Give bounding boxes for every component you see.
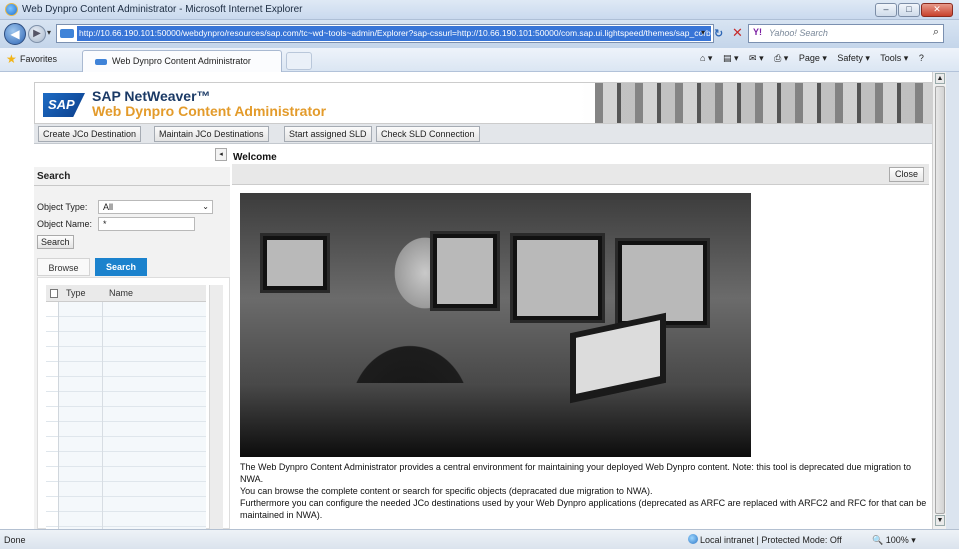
refresh-icon[interactable]: ↻: [714, 27, 723, 40]
results-table: Type Name: [37, 277, 230, 529]
page-icon: [60, 29, 74, 38]
welcome-header-bar: Close: [232, 164, 929, 185]
home-icon[interactable]: ⌂ ▾: [700, 53, 712, 63]
welcome-photo: [240, 193, 751, 457]
mail-icon[interactable]: ✉ ▾: [749, 53, 764, 63]
tab-page-icon: [95, 59, 107, 65]
search-button[interactable]: Search: [37, 235, 74, 249]
window-title: Web Dynpro Content Administrator - Micro…: [22, 4, 303, 15]
close-window-button[interactable]: ✕: [921, 3, 953, 17]
object-type-select[interactable]: All ⌄: [98, 200, 213, 214]
monitor-shape: [430, 231, 500, 311]
tab-search[interactable]: Search: [95, 258, 147, 276]
welcome-title: Welcome: [233, 152, 277, 163]
object-name-label: Object Name:: [37, 219, 93, 229]
check-sld-connection-button[interactable]: Check SLD Connection: [376, 126, 480, 142]
status-bar: Done Local intranet | Protected Mode: Of…: [0, 529, 959, 549]
window-frame: [946, 72, 959, 529]
search-placeholder: Yahoo! Search: [769, 28, 828, 38]
yahoo-icon: Y!: [753, 27, 762, 37]
minimize-button[interactable]: –: [875, 3, 897, 17]
address-bar: ◀ ▶ ▾ http://10.66.190.101:50000/webdynp…: [0, 20, 959, 48]
history-dropdown-icon[interactable]: ▾: [47, 28, 51, 37]
object-type-label: Object Type:: [37, 202, 88, 212]
welcome-paragraph: You can browse the complete content or s…: [240, 486, 653, 496]
zoom-level[interactable]: 🔍 100% ▾: [872, 535, 916, 546]
stop-icon[interactable]: ✕: [732, 25, 743, 41]
desk-shape: [240, 383, 751, 457]
product-name: SAP NetWeaver™: [92, 88, 211, 104]
welcome-paragraph: The Web Dynpro Content Administrator pro…: [240, 462, 912, 484]
row-selector-column[interactable]: [46, 302, 59, 529]
status-text: Done: [4, 535, 26, 545]
tools-menu[interactable]: Tools ▾: [880, 53, 908, 63]
search-title: Search: [37, 171, 71, 182]
tab-title: Web Dynpro Content Administrator: [112, 56, 251, 66]
welcome-description: The Web Dynpro Content Administrator pro…: [240, 461, 930, 521]
app-banner: SAP SAP NetWeaver™ Web Dynpro Content Ad…: [34, 82, 932, 124]
browser-tab[interactable]: Web Dynpro Content Administrator: [82, 50, 282, 72]
page-menu[interactable]: Page ▾: [799, 53, 827, 63]
table-header: Type Name: [46, 285, 206, 302]
forward-button[interactable]: ▶: [28, 25, 46, 43]
favorites-star-icon[interactable]: ★: [6, 52, 17, 66]
url-input[interactable]: http://10.66.190.101:50000/webdynpro/res…: [56, 24, 714, 43]
object-name-input[interactable]: *: [98, 217, 195, 231]
maximize-button[interactable]: □: [898, 3, 920, 17]
scroll-up-icon[interactable]: ▲: [935, 73, 945, 84]
safety-menu[interactable]: Safety ▾: [837, 53, 870, 63]
print-icon[interactable]: ⎙ ▾: [774, 53, 788, 63]
chevron-down-icon[interactable]: ⌄: [202, 201, 209, 213]
favorites-bar: ★ Favorites Web Dynpro Content Administr…: [0, 48, 959, 72]
page-scrollbar[interactable]: ▲ ▼: [932, 72, 946, 529]
command-bar: ⌂ ▾ ▤ ▾ ✉ ▾ ⎙ ▾ Page ▾ Safety ▾ Tools ▾ …: [700, 53, 932, 64]
collapse-panel-button[interactable]: ◂: [215, 148, 227, 161]
sap-logo: SAP: [43, 93, 85, 117]
table-scrollbar[interactable]: [209, 285, 223, 529]
ie-logo-icon: [5, 3, 18, 16]
object-type-value: All: [103, 202, 114, 212]
scroll-down-icon[interactable]: ▼: [935, 515, 945, 526]
brand-text: SAP: [48, 97, 75, 112]
divider: [34, 185, 230, 186]
web-search-input[interactable]: Y! Yahoo! Search ⌕: [748, 24, 944, 43]
close-button[interactable]: Close: [888, 167, 924, 182]
select-all-icon[interactable]: [50, 289, 58, 298]
favorites-label[interactable]: Favorites: [20, 54, 57, 64]
help-icon[interactable]: ?: [919, 53, 924, 63]
feeds-icon[interactable]: ▤ ▾: [723, 53, 739, 63]
search-icon[interactable]: ⌕: [933, 26, 939, 39]
new-tab-button[interactable]: [286, 52, 312, 70]
tab-browse[interactable]: Browse: [37, 258, 90, 276]
start-assigned-sld-button[interactable]: Start assigned SLD: [284, 126, 372, 142]
monitor-shape: [260, 233, 330, 293]
create-jco-destination-button[interactable]: Create JCo Destination: [38, 126, 142, 142]
url-text[interactable]: http://10.66.190.101:50000/webdynpro/res…: [77, 26, 711, 41]
app-toolbar: Create JCo Destination Maintain JCo Dest…: [34, 124, 932, 144]
url-dropdown-icon[interactable]: ▾: [701, 28, 705, 37]
security-zone[interactable]: Local intranet | Protected Mode: Off: [700, 535, 842, 545]
column-divider: [102, 302, 103, 529]
monitor-shape: [510, 233, 605, 323]
search-panel: Search Object Type: All ⌄ Object Name: *…: [34, 167, 230, 529]
banner-image: [595, 83, 932, 123]
table-body: [46, 302, 206, 529]
zoom-value: 100%: [885, 535, 909, 545]
intranet-zone-icon: [688, 534, 698, 544]
column-name[interactable]: Name: [109, 288, 133, 298]
column-type[interactable]: Type: [66, 288, 86, 298]
scroll-thumb[interactable]: [935, 86, 945, 514]
window-titlebar: Web Dynpro Content Administrator - Micro…: [0, 0, 959, 20]
app-title: Web Dynpro Content Administrator: [92, 103, 327, 119]
welcome-paragraph: Furthermore you can configure the needed…: [240, 498, 927, 520]
back-button[interactable]: ◀: [4, 23, 26, 45]
maintain-jco-destinations-button[interactable]: Maintain JCo Destinations: [154, 126, 269, 142]
page-content: SAP SAP NetWeaver™ Web Dynpro Content Ad…: [0, 72, 932, 529]
